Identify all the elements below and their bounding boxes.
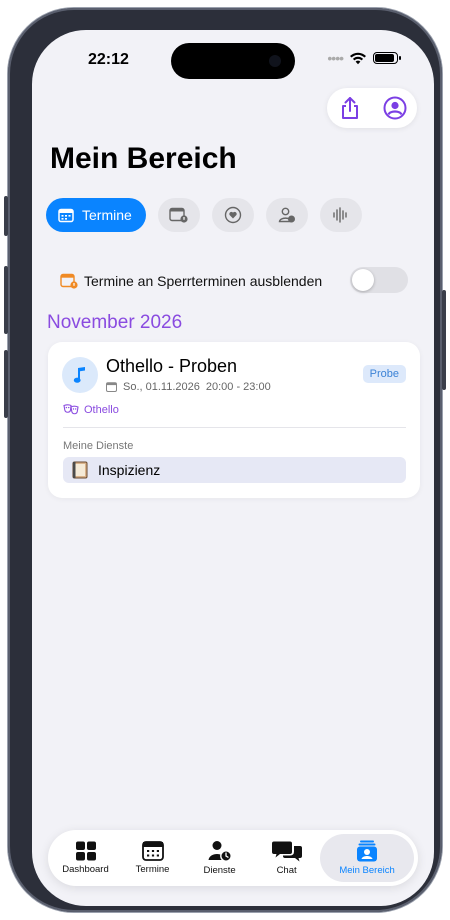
person-stack-icon: [357, 840, 378, 862]
heart-circle-icon: [224, 206, 241, 224]
waveform-icon: [333, 207, 347, 223]
tab-dienste[interactable]: Dienste: [186, 834, 253, 882]
dynamic-island: [171, 43, 295, 79]
top-actions: [327, 88, 417, 128]
tab-chat[interactable]: Chat: [253, 834, 320, 882]
person-clock-icon: [278, 207, 295, 223]
production-link[interactable]: Othello: [63, 404, 119, 416]
event-card[interactable]: Othello - Proben So., 01.11.2026 20:00 -…: [48, 342, 420, 498]
profile-button[interactable]: [382, 95, 408, 121]
share-button[interactable]: [337, 95, 363, 121]
tab-mein-bereich[interactable]: Mein Bereich: [320, 834, 414, 882]
status-icons: ••••: [327, 50, 401, 66]
tab-dashboard-label: Dashboard: [62, 864, 109, 875]
music-note-icon: [73, 367, 85, 383]
tab-termine[interactable]: Termine: [119, 834, 186, 882]
action-button: [4, 196, 8, 236]
services-label: Meine Dienste: [63, 440, 134, 452]
hide-blocked-row: Termine an Sperrterminen ausblenden: [60, 266, 408, 296]
event-title: Othello - Proben: [106, 356, 238, 376]
hide-blocked-toggle[interactable]: [350, 267, 408, 293]
wifi-icon: [350, 52, 366, 65]
month-heading: November 2026: [47, 312, 183, 333]
grid-icon: [75, 841, 96, 861]
camera-icon: [269, 55, 281, 67]
calendar-icon: [141, 841, 164, 861]
event-meta: So., 01.11.2026 20:00 - 23:00: [106, 381, 271, 393]
service-item[interactable]: Inspizienz: [63, 457, 406, 483]
tab-dashboard[interactable]: Dashboard: [52, 834, 119, 882]
filter-row: Termine: [46, 198, 362, 232]
tab-bar: Dashboard Termine Dienste Chat Mein Bere…: [48, 830, 418, 886]
page-title: Mein Bereich: [50, 142, 237, 175]
chat-bubbles-icon: [271, 841, 302, 862]
person-clock-icon: [208, 841, 232, 862]
calendar-icon: [58, 208, 74, 222]
calendar-badge-icon: [169, 207, 188, 223]
battery-icon: [373, 52, 401, 64]
service-name: Inspizienz: [98, 462, 161, 478]
event-type-badge: Probe: [362, 365, 406, 383]
status-bar: 22:12 ••••: [32, 30, 434, 90]
tab-dienste-label: Dienste: [203, 865, 236, 876]
hide-blocked-label: Termine an Sperrterminen ausblenden: [84, 273, 323, 289]
toggle-knob: [352, 269, 374, 291]
share-icon: [341, 97, 358, 119]
power-button: [442, 290, 446, 390]
calendar-small-icon: [106, 382, 117, 392]
event-avatar: [62, 357, 98, 393]
tab-termine-label: Termine: [135, 864, 170, 875]
volume-down-button: [4, 350, 8, 418]
phone-frame: 22:12 •••• Mein Bereich Termine Termine …: [4, 8, 446, 912]
status-time: 22:12: [88, 51, 129, 68]
filter-termine[interactable]: Termine: [46, 198, 146, 232]
filter-favorites[interactable]: [211, 198, 254, 232]
filter-termine-label: Termine: [82, 207, 132, 223]
filter-person[interactable]: [265, 198, 308, 232]
event-time: 20:00 - 23:00: [205, 381, 271, 393]
theater-masks-icon: [63, 404, 79, 415]
person-circle-icon: [383, 96, 406, 120]
tab-mein-bereich-label: Mein Bereich: [339, 865, 395, 876]
volume-up-button: [4, 266, 8, 334]
screen: 22:12 •••• Mein Bereich Termine Termine …: [32, 30, 434, 906]
event-date: So., 01.11.2026: [123, 381, 200, 393]
calendar-warning-icon: [60, 273, 78, 289]
filter-audio[interactable]: [319, 198, 362, 232]
signal-icon: ••••: [327, 50, 344, 66]
card-divider: [63, 427, 406, 428]
filter-blocked-dates[interactable]: [157, 198, 200, 232]
production-name: Othello: [84, 404, 119, 416]
notebook-icon: [72, 461, 88, 479]
tab-chat-label: Chat: [276, 865, 297, 876]
